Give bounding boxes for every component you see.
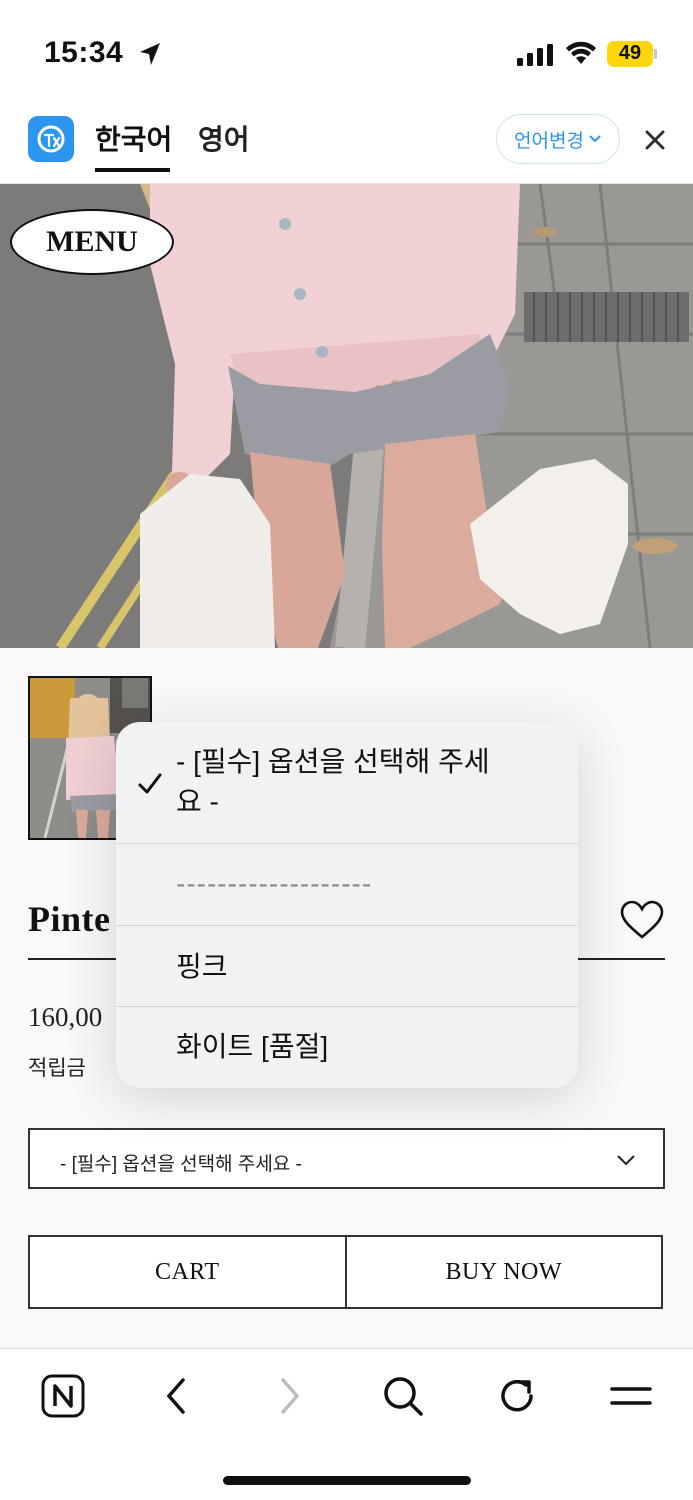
- translate-bar: 한국어 영어 언어변경: [0, 100, 693, 184]
- product-title: Pinte: [28, 899, 111, 939]
- heart-icon[interactable]: [620, 900, 664, 940]
- points-label: 적립금: [28, 1057, 86, 1080]
- browser-toolbar: [0, 1348, 693, 1500]
- menu-button[interactable]: MENU: [10, 209, 174, 275]
- dropdown-option-label: 화이트 [품절]: [176, 1031, 329, 1062]
- language-change-label: 언어변경: [514, 130, 584, 152]
- status-time: 15:34: [44, 36, 124, 69]
- option-select-value: - [필수] 옵션을 선택해 주세요 -: [60, 1154, 302, 1175]
- dropdown-option-label: 핑크: [176, 951, 228, 982]
- dropdown-option-label: -------------------: [176, 868, 373, 899]
- back-icon: [166, 1378, 185, 1414]
- translator-app-logo-icon: [28, 116, 74, 162]
- dropdown-option-label: - [필수] 옵션을 선택해 주세요 -: [176, 746, 490, 817]
- forward-button[interactable]: [265, 1371, 315, 1421]
- location-arrow-icon: [140, 43, 160, 65]
- option-select[interactable]: - [필수] 옵션을 선택해 주세요 -: [28, 1128, 665, 1189]
- tab-korean[interactable]: 한국어: [95, 118, 172, 158]
- dropdown-option-pink[interactable]: 핑크: [116, 926, 578, 1007]
- close-icon[interactable]: [641, 126, 669, 154]
- naver-n-icon: [41, 1374, 85, 1418]
- option-dropdown-menu: - [필수] 옵션을 선택해 주세요 - -------------------…: [116, 722, 578, 1088]
- home-indicator[interactable]: [223, 1476, 471, 1485]
- battery-percent: 49: [618, 42, 642, 64]
- battery-indicator: 49: [607, 41, 657, 67]
- cellular-signal-icon: [517, 44, 553, 66]
- menu-button-toolbar[interactable]: [606, 1371, 656, 1421]
- language-change-button[interactable]: 언어변경: [496, 114, 620, 164]
- dropdown-option-separator[interactable]: -------------------: [116, 844, 578, 926]
- chevron-down-icon: [617, 1155, 635, 1166]
- product-hero-image: MENU: [0, 184, 693, 648]
- search-button[interactable]: [378, 1371, 428, 1421]
- battery-cap: [654, 49, 657, 59]
- buy-now-button[interactable]: BUY NOW: [344, 1237, 662, 1307]
- wifi-icon: [566, 41, 596, 64]
- status-bar: 15:34 49: [0, 0, 693, 100]
- chevron-down-icon: [589, 135, 601, 143]
- reload-icon: [501, 1379, 533, 1412]
- dropdown-option-required[interactable]: - [필수] 옵션을 선택해 주세요 -: [116, 722, 578, 844]
- checkmark-icon: [138, 773, 162, 794]
- purchase-actions: CART BUY NOW: [28, 1235, 663, 1309]
- naver-home-button[interactable]: [38, 1371, 88, 1421]
- back-button[interactable]: [151, 1371, 201, 1421]
- active-tab-indicator: [95, 168, 170, 172]
- dropdown-option-white[interactable]: 화이트 [품절]: [116, 1007, 578, 1088]
- cart-button[interactable]: CART: [30, 1237, 345, 1307]
- menu-icon: [610, 1387, 652, 1405]
- forward-icon: [281, 1378, 300, 1414]
- tab-english[interactable]: 영어: [198, 118, 250, 158]
- search-icon: [384, 1377, 423, 1416]
- reload-button[interactable]: [492, 1371, 542, 1421]
- product-price: 160,00: [28, 1002, 103, 1032]
